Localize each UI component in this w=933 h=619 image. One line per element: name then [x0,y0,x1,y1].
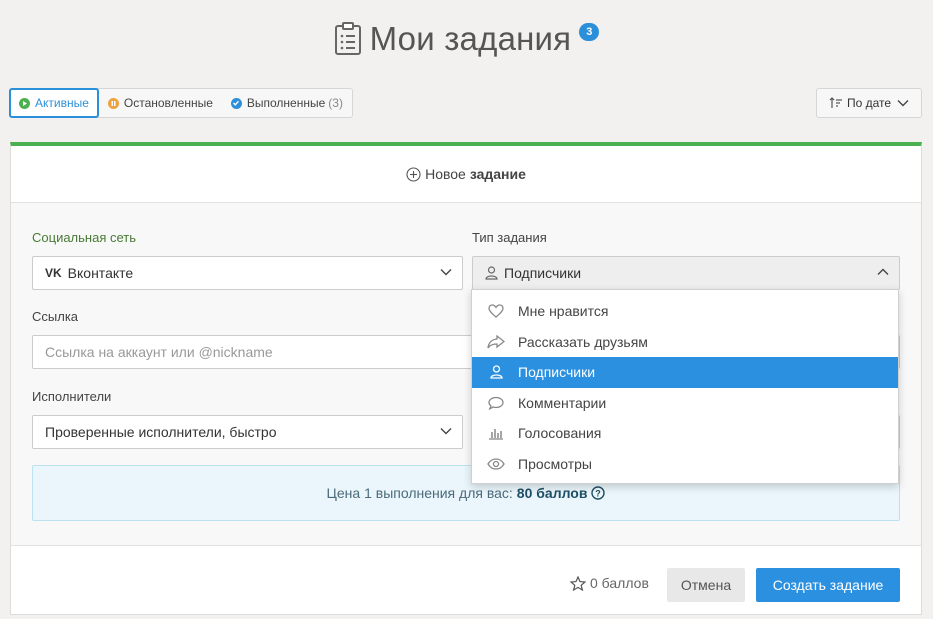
dropdown-item-label: Подписчики [518,364,596,381]
svg-text:?: ? [596,489,602,499]
performers-value: Проверенные исполнители, быстро [45,424,277,440]
tab-stopped[interactable]: Остановленные [99,89,222,117]
social-network-value: Вконтакте [67,265,134,281]
sort-button[interactable]: По дате [816,88,922,118]
link-label: Ссылка [32,309,79,324]
dropdown-item-label: Просмотры [518,455,592,472]
star-icon [570,575,586,591]
pause-icon [107,97,119,109]
tab-active[interactable]: Активные [9,88,99,118]
dropdown-item-label: Комментарии [518,394,607,411]
new-task-prefix: Новое [425,166,466,182]
heart-icon [486,304,506,319]
points-total: 0 баллов [570,575,649,591]
form-footer: 0 баллов Отмена Создать задание [11,551,921,615]
comment-icon [486,396,506,410]
dropdown-item-comments[interactable]: Комментарии [472,388,898,419]
task-type-select[interactable]: Подписчики [472,256,900,290]
sort-icon [829,97,842,108]
cancel-button[interactable]: Отмена [667,568,745,602]
new-task-header[interactable]: Новое задание [11,146,921,203]
user-icon [486,365,506,379]
task-type-dropdown: Мне нравится Рассказать друзьям Подписчи… [471,289,899,484]
tab-completed-label: Выполненные [246,96,326,110]
new-task-bold: задание [469,166,526,182]
points-label: 0 баллов [590,575,649,591]
tab-stopped-label: Остановленные [123,96,213,110]
chevron-down-icon [440,269,452,276]
status-filter-group: Активные Остановленные Выполненные (3) [9,88,353,118]
page-title: Мои задания [369,20,572,57]
price-value: 80 баллов [516,485,588,501]
task-type-label: Тип задания [472,230,547,245]
eye-icon [486,458,506,470]
dropdown-item-subscribers[interactable]: Подписчики [472,357,898,388]
chevron-down-icon [440,428,452,435]
clipboard-icon [334,22,361,55]
user-icon [485,266,498,280]
share-icon [486,334,506,349]
dropdown-item-label: Мне нравится [518,303,609,320]
price-text: Цена 1 выполнения для вас: [326,485,513,501]
plus-circle-icon [406,166,421,182]
dropdown-item-polls[interactable]: Голосования [472,418,898,449]
task-type-value: Подписчики [504,265,582,281]
tab-active-label: Активные [35,96,89,110]
tab-completed-count: (3) [328,96,343,110]
link-placeholder: Ссылка на аккаунт или @nickname [45,344,273,360]
page-header: Мои задания 3 [0,14,933,64]
check-icon [230,97,242,109]
social-network-select[interactable]: VK Вконтакте [32,256,463,290]
social-network-label: Социальная сеть [32,230,136,245]
dropdown-item-likes[interactable]: Мне нравится [472,296,898,327]
dropdown-item-share[interactable]: Рассказать друзьям [472,327,898,358]
dropdown-item-label: Рассказать друзьям [518,333,648,350]
sort-label: По дате [846,96,892,110]
dropdown-item-label: Голосования [518,425,602,442]
tasks-count-badge: 3 [579,23,600,41]
chevron-down-icon [897,100,909,107]
tab-completed[interactable]: Выполненные (3) [222,89,352,117]
play-icon [19,97,30,109]
chevron-up-icon [877,268,889,275]
dropdown-item-views[interactable]: Просмотры [472,449,898,480]
poll-icon [486,426,506,440]
performers-label: Исполнители [32,389,112,404]
vk-icon: VK [45,266,62,280]
help-icon[interactable]: ? [591,486,606,500]
performers-select[interactable]: Проверенные исполнители, быстро [32,415,463,449]
create-task-button[interactable]: Создать задание [756,568,900,602]
